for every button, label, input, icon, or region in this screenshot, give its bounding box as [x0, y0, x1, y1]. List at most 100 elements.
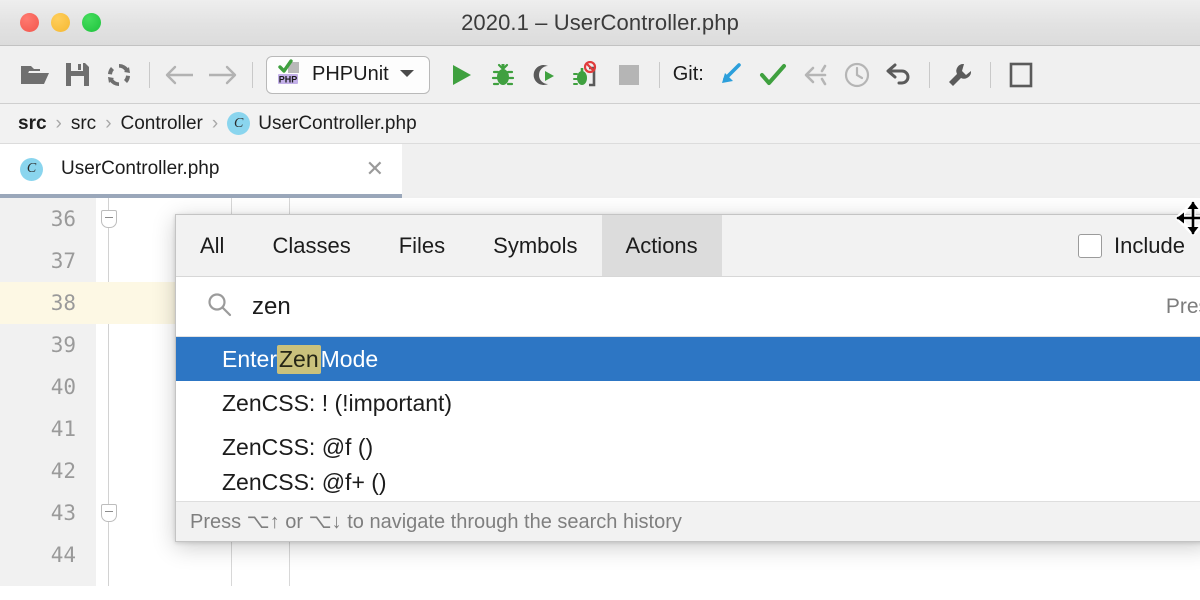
traffic-light-buttons: [0, 13, 101, 32]
editor-tab-usercontroller[interactable]: C UserController.php ✕: [0, 144, 402, 198]
svg-text:PHP: PHP: [279, 75, 298, 85]
fold-marker-36[interactable]: [101, 210, 117, 228]
chevron-down-icon[interactable]: [398, 66, 416, 84]
history-icon[interactable]: [836, 54, 878, 96]
line-number-gutter: 36 37 38 39 40 41 42 43 44: [0, 198, 96, 586]
phpstorm-window: 2020.1 – UserController.php PHP PHPUnit …: [0, 0, 1200, 600]
tab-actions[interactable]: Actions: [601, 215, 722, 276]
editor-tab-label: UserController.php: [61, 158, 220, 179]
rollback-icon[interactable]: [878, 54, 920, 96]
php-class-icon: C: [20, 157, 43, 181]
close-icon[interactable]: ✕: [366, 158, 384, 180]
breadcrumb-separator: ›: [55, 112, 62, 134]
list-item[interactable]: Zen CSS: @f (): [176, 425, 1200, 469]
include-disabled-checkbox-row[interactable]: Include: [1078, 215, 1200, 276]
tab-spacer: [722, 215, 1078, 276]
line-number-active: 38: [0, 282, 96, 324]
open-folder-icon[interactable]: [14, 54, 56, 96]
commit-icon[interactable]: [752, 54, 794, 96]
search-everywhere-tab-bar: All Classes Files Symbols Actions Includ…: [176, 215, 1200, 277]
toolbar-divider-5: [989, 61, 991, 88]
line-number: 41: [50, 417, 76, 441]
debug-icon[interactable]: [482, 54, 524, 96]
php-class-icon: C: [227, 112, 251, 135]
code-token-operator: ()->: [915, 584, 970, 586]
list-item[interactable]: Zen CSS: ! (!important): [176, 381, 1200, 425]
line-number: 36: [50, 207, 76, 231]
result-match: Zen: [276, 344, 321, 374]
breadcrumb-item-1[interactable]: src: [71, 113, 96, 135]
update-project-icon[interactable]: [710, 54, 752, 96]
toolbar-divider-3: [658, 61, 660, 88]
result-match: Zen: [222, 469, 262, 495]
list-item[interactable]: Zen CSS: @f+ (): [176, 469, 1200, 501]
forward-arrow-icon[interactable]: [201, 54, 243, 96]
fold-rail: [108, 198, 109, 586]
main-toolbar: PHP PHPUnit Git:: [0, 46, 1200, 104]
line-number: 37: [50, 249, 76, 273]
search-results-list: Enter Zen Mode Zen CSS: ! (!important) Z…: [176, 337, 1200, 501]
minimize-window-button[interactable]: [51, 13, 70, 32]
breadcrumb-separator: ›: [105, 112, 112, 134]
stop-icon[interactable]: [608, 54, 650, 96]
list-item[interactable]: Enter Zen Mode: [176, 337, 1200, 381]
result-suffix: CSS: @f (): [261, 433, 374, 460]
close-window-button[interactable]: [20, 13, 39, 32]
toolbar-divider-2: [252, 61, 253, 88]
search-input-row[interactable]: zen Pres: [176, 277, 1200, 337]
line-number: 39: [50, 333, 76, 357]
window-title: 2020.1 – UserController.php: [461, 9, 739, 35]
result-suffix: CSS: @f+ (): [261, 469, 387, 495]
breadcrumb-separator: ›: [211, 112, 219, 134]
git-label: Git:: [672, 63, 704, 85]
phpunit-config-icon: PHP: [277, 59, 303, 90]
toolbar-divider-4: [928, 61, 930, 88]
sync-refresh-icon[interactable]: [98, 54, 140, 96]
search-right-hint: Pres: [1165, 294, 1200, 318]
code-token-variable: $this: [472, 584, 541, 586]
maximize-window-button[interactable]: [82, 13, 101, 32]
line-number: 44: [50, 543, 76, 567]
fold-marker-43[interactable]: [101, 504, 117, 522]
title-bar: 2020.1 – UserController.php: [0, 0, 1200, 46]
code-token-punctuation: ();: [1040, 584, 1082, 586]
tab-all[interactable]: All: [176, 215, 248, 276]
tab-files[interactable]: Files: [375, 215, 469, 276]
line-number: 40: [50, 375, 76, 399]
toolbar-divider: [149, 61, 150, 88]
back-arrow-icon[interactable]: [159, 54, 201, 96]
result-suffix: Mode: [320, 345, 379, 372]
include-checkbox-label: Include: [1114, 232, 1185, 258]
result-match: Zen: [222, 433, 262, 460]
search-footer-hint: Press ⌥↑ or ⌥↓ to navigate through the s…: [176, 501, 1200, 541]
code-token-method: getManager: [776, 584, 914, 586]
code-token-operator: ->: [541, 584, 569, 586]
run-configuration-label: PHPUnit: [312, 63, 389, 85]
include-checkbox[interactable]: [1078, 233, 1103, 258]
run-icon[interactable]: [440, 54, 482, 96]
run-configuration-selector[interactable]: PHP PHPUnit: [266, 55, 430, 94]
code-token-operator: ()->: [721, 584, 776, 586]
editor-tab-bar: C UserController.php ✕: [0, 144, 1200, 198]
breadcrumb-item-0[interactable]: src: [18, 113, 47, 135]
tab-symbols[interactable]: Symbols: [469, 215, 601, 276]
result-match: Zen: [222, 389, 262, 416]
code-token-method: flush: [970, 584, 1039, 586]
code-token-method: getDoctrine: [569, 584, 721, 586]
breadcrumb-item-3[interactable]: UserController.php: [258, 113, 416, 135]
search-everywhere-popup: All Classes Files Symbols Actions Includ…: [175, 214, 1200, 542]
partial-icon[interactable]: [1000, 54, 1042, 96]
save-all-icon[interactable]: [56, 54, 98, 96]
line-number: 43: [50, 501, 76, 525]
stop-debugger-icon[interactable]: [566, 54, 608, 96]
search-input[interactable]: zen: [252, 293, 1166, 321]
run-with-coverage-icon[interactable]: [524, 54, 566, 96]
breadcrumb-item-2[interactable]: Controller: [121, 113, 203, 135]
result-prefix: Enter: [222, 345, 277, 372]
tab-classes[interactable]: Classes: [248, 215, 374, 276]
line-number: 42: [50, 459, 76, 483]
search-icon: [206, 291, 232, 322]
breadcrumb: src › src › Controller › C UserControlle…: [0, 104, 1200, 144]
push-icon[interactable]: [794, 54, 836, 96]
wrench-settings-icon[interactable]: [939, 54, 981, 96]
